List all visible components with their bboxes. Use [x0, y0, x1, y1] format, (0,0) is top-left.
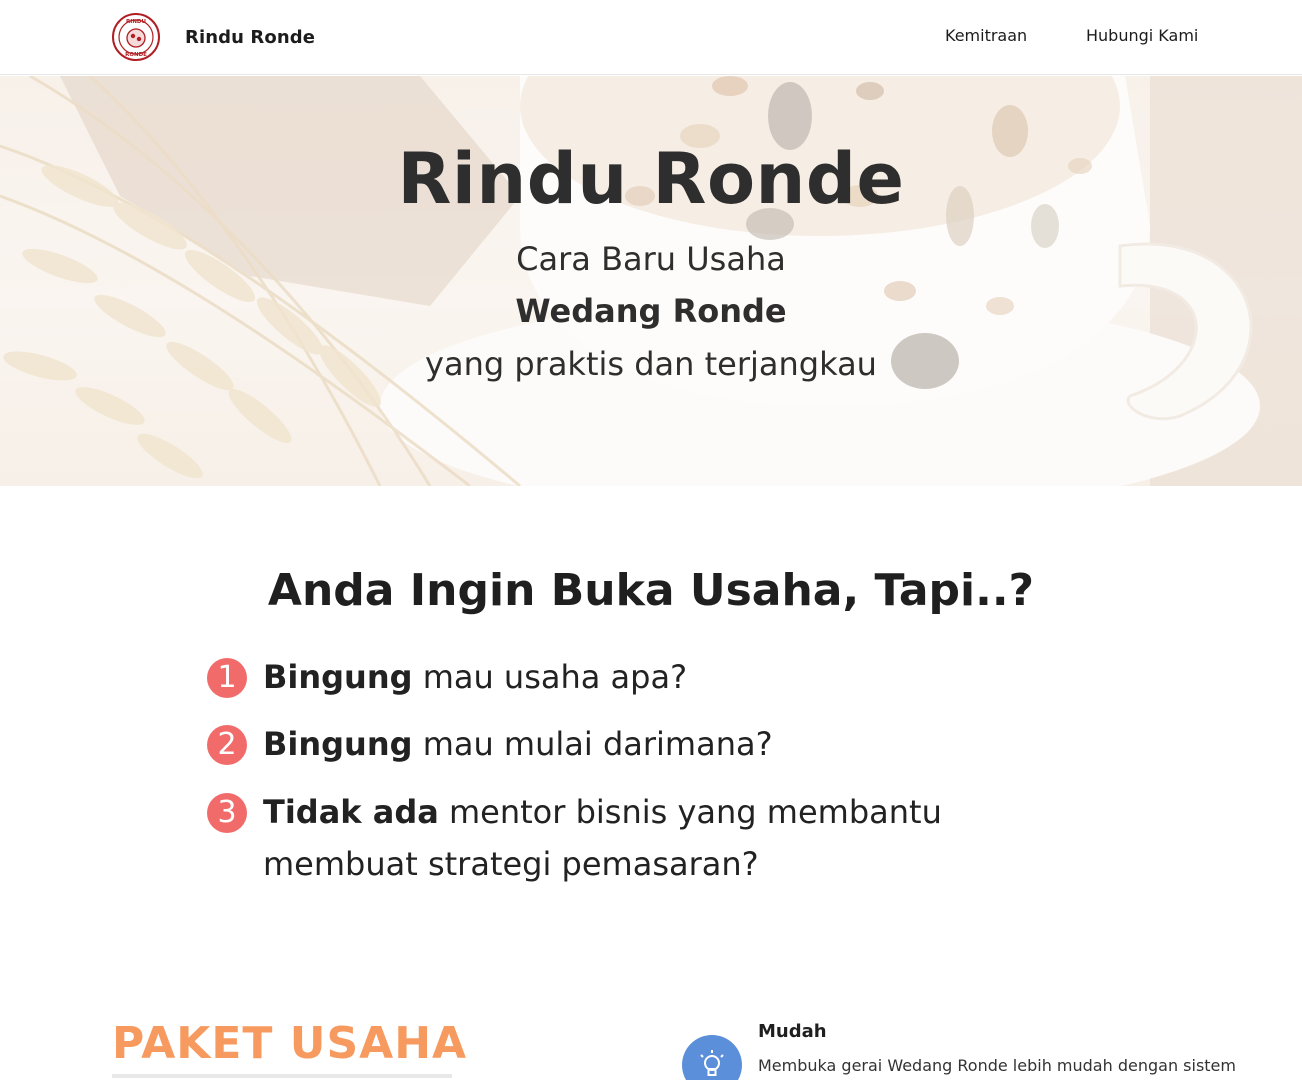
logo-text-top: RINDU — [126, 19, 146, 25]
problem-item: 2 Bingung mau mulai darimana? — [207, 718, 1087, 770]
number-badge-2: 2 — [207, 725, 247, 765]
nav-link-kemitraan[interactable]: Kemitraan — [945, 26, 1027, 45]
rindu-ronde-logo: RINDU RONDE — [112, 13, 160, 61]
feature-description: Membuka gerai Wedang Ronde lebih mudah d… — [758, 1056, 1236, 1075]
hero-subtitle-line-2: Wedang Ronde — [515, 292, 787, 330]
problem-bold: Tidak ada — [263, 793, 439, 831]
lightbulb-icon — [682, 1035, 742, 1080]
number-badge-3: 3 — [207, 793, 247, 833]
hero-subtitle-line-3: yang praktis dan terjangkau — [425, 345, 877, 383]
hero-title: Rindu Ronde — [397, 138, 905, 220]
brand-link[interactable]: RINDU RONDE Rindu Ronde — [112, 12, 315, 62]
problem-text: mau usaha apa? — [412, 658, 688, 696]
problem-bold: Bingung — [263, 725, 413, 763]
paket-subtitle-cutoff — [112, 1074, 452, 1078]
problem-item: 3 Tidak ada mentor bisnis yang membantu … — [207, 786, 1087, 890]
navbar: RINDU RONDE Rindu Ronde Kemitraan Hubung… — [0, 0, 1302, 75]
brand-name: Rindu Ronde — [185, 26, 316, 48]
hero-subtitle-line-1: Cara Baru Usaha — [516, 240, 786, 278]
problem-text: mau mulai darimana? — [412, 725, 773, 763]
nav-link-hubungi-kami[interactable]: Hubungi Kami — [1086, 26, 1198, 45]
hero-banner: Rindu Ronde Cara Baru Usaha Wedang Ronde… — [0, 76, 1302, 486]
number-badge-1: 1 — [207, 658, 247, 698]
paket-usaha-title: PAKET USAHA — [112, 1018, 468, 1069]
problems-title: Anda Ingin Buka Usaha, Tapi..? — [267, 565, 1035, 616]
problem-item: 1 Bingung mau usaha apa? — [207, 651, 1087, 703]
logo-text-bottom: RONDE — [125, 52, 147, 58]
problem-bold: Bingung — [263, 658, 413, 696]
feature-title-mudah: Mudah — [758, 1021, 827, 1042]
